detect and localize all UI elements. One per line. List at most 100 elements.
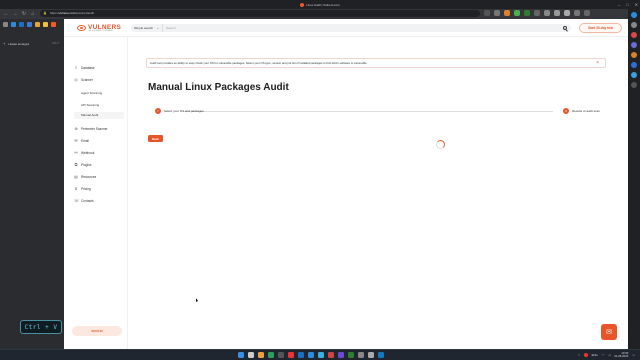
sidebar-subitem-api-scanning[interactable]: API Scanning [81,103,99,107]
search-sidebar-icon[interactable] [631,22,637,28]
browser-sidebar [628,9,640,349]
home-icon[interactable]: ⌂ [30,11,36,17]
app-icon[interactable] [358,352,364,358]
extension-icon[interactable] [514,10,520,16]
app-icon[interactable] [338,352,344,358]
minimize-icon[interactable]: – [618,2,620,7]
new-tab-label: Новая вкладка [8,41,30,46]
webhook-icon: ⚯ [74,150,78,155]
record-icon[interactable] [583,353,588,357]
address-bar[interactable]: 🔒 https://vulners.com/scanner/audit [40,10,480,17]
vulners-logo[interactable]: VULNERS THE VULNERABILITY DATABASE [77,24,122,32]
app-icon[interactable] [378,352,384,358]
extension-icon[interactable] [494,10,500,16]
stepper-line [183,110,553,112]
pinned-tab-icon[interactable] [27,22,32,27]
app-icon[interactable] [308,352,314,358]
sidebar-item-webhook[interactable]: ⚯ Webhook [74,150,95,156]
extension-icon[interactable] [564,10,570,16]
pinned-tab-icon[interactable] [19,22,24,27]
edge-icon[interactable] [298,352,304,358]
back-arrow-icon[interactable]: ← [3,11,9,17]
pinned-tab-icon[interactable] [35,22,40,27]
telegram-icon[interactable] [318,352,324,358]
close-window-icon[interactable]: ✕ [635,2,638,7]
sidebar-item-database[interactable]: ≡ Database [74,66,95,71]
volume-icon[interactable]: ◁ [608,353,610,357]
pinned-tabs [0,19,60,30]
start-trial-button[interactable]: Start 30-day trial [579,23,622,33]
sidebar-item-perimeter-scanner[interactable]: ⊕ Perimeter Scanner [74,127,107,132]
sidebar-item-resources[interactable]: ▤ Resources [74,175,96,180]
new-tab-button[interactable]: + Новая вкладка Ctrl+T [3,41,61,46]
url-prefix: https:// [50,11,60,15]
sidebar-subitem-manual-audit[interactable]: Manual Audit [74,112,124,119]
loading-spinner-icon [436,140,445,149]
wifi-icon[interactable]: ◠ [602,353,604,357]
sidebar-item-scanner[interactable]: ◎ Scanner [74,77,93,83]
add-sidebar-icon[interactable] [631,82,637,88]
app-icon[interactable] [368,352,374,358]
radar-icon: ◎ [74,77,78,82]
language-indicator[interactable]: ENG [592,353,598,357]
sign-in-button[interactable]: SIGN IN [72,326,122,336]
sidebar-item-contacts[interactable]: ☏ Contacts [74,199,94,204]
extension-icon[interactable] [524,10,530,16]
clock[interactable]: 13:00 01.06.2023 [614,352,628,358]
chat-support-button[interactable]: ✉ [601,324,617,340]
pinned-tab-icon[interactable] [3,22,8,27]
pinned-tab-icon[interactable] [43,22,48,27]
extension-icon[interactable] [554,10,560,16]
notifications-icon[interactable]: ▭ [632,353,635,357]
logo-text: VULNERS [88,24,122,31]
app-icon[interactable] [288,352,294,358]
sidebar-item-label: Webhook [81,151,95,155]
file-explorer-icon[interactable] [258,352,264,358]
sidebar-item-pricing[interactable]: $ Pricing [74,187,91,192]
pinned-tab-icon[interactable] [11,22,16,27]
search-icon[interactable] [563,26,567,30]
menu-dots-icon[interactable] [584,10,590,16]
office-icon[interactable] [631,62,637,68]
chrome-icon[interactable] [268,352,274,358]
extension-icon[interactable] [484,10,490,16]
outlook-icon[interactable] [631,72,637,78]
forward-arrow-icon[interactable]: → [12,11,18,17]
back-button[interactable]: Back [148,135,163,142]
keystroke-overlay: Ctrl + V [20,320,62,334]
copilot-icon[interactable] [631,12,637,18]
sidebar-item-email[interactable]: ✉ Email [74,139,89,144]
app-icon[interactable] [348,352,354,358]
extension-icon[interactable] [534,10,540,16]
audit-stepper: ✓ Select your OS and packages 2 Results … [155,108,600,114]
system-tray: ˄ ENG ◠ ◁ 13:00 01.06.2023 ▭ [578,352,635,358]
pinned-tab-icon[interactable] [51,22,56,27]
search-type-dropdown[interactable]: Simple search ⌄ [131,24,163,32]
vertical-tabs-panel: + Новая вкладка Ctrl+T [0,19,64,349]
site-header: VULNERS THE VULNERABILITY DATABASE Simpl… [64,19,628,37]
step-label: Select your OS and packages [164,109,204,113]
chevron-up-icon[interactable]: ˄ [578,353,580,357]
maximize-icon[interactable]: □ [626,2,628,7]
close-icon[interactable]: × [596,61,599,66]
sidebar-item-plugins[interactable]: ⧉ Plugins [74,163,92,168]
games-icon[interactable] [631,52,637,58]
reload-icon[interactable]: ↻ [21,11,27,17]
search-taskbar-icon[interactable] [248,352,254,358]
shopping-icon[interactable] [631,32,637,38]
app-icon[interactable] [328,352,334,358]
vulners-logo-icon [77,24,86,31]
search-bar: Simple search ⌄ Search [131,24,571,32]
profile-icon[interactable] [574,10,580,16]
search-input[interactable]: Search [166,26,563,30]
sidebar-subitem-agent-scanning[interactable]: Agent Scanning [81,91,102,95]
lock-icon: 🔒 [43,11,47,15]
extension-icon[interactable] [544,10,550,16]
step-number: 2 [563,108,570,114]
extension-icon[interactable] [504,10,510,16]
terminal-icon[interactable] [278,352,284,358]
clock-date: 01.06.2023 [614,354,629,358]
windows-start-icon[interactable] [238,352,244,358]
tools-icon[interactable] [631,42,637,48]
step-select-os[interactable]: ✓ Select your OS and packages [155,108,204,114]
